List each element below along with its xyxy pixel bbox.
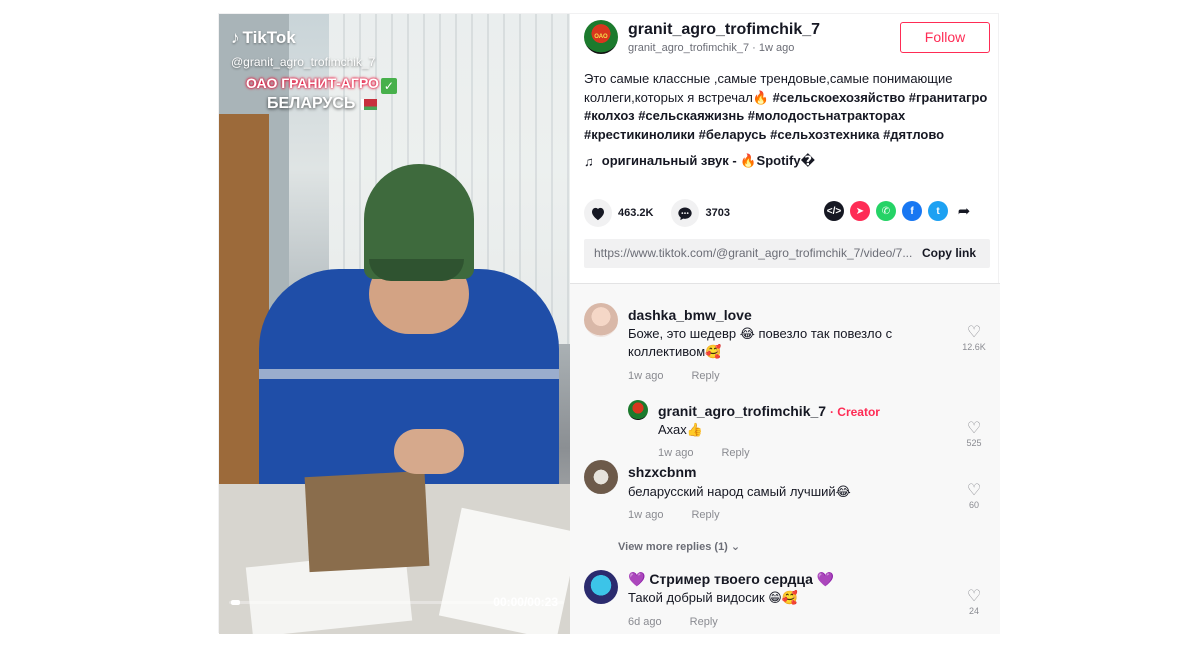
tiktok-embed: ♪ TikTok @granit_agro_trofimchik_7 ОАО Г… xyxy=(218,13,1000,634)
video-overlay-country: БЕЛАРУСЬ xyxy=(267,95,378,113)
share-arrow-icon[interactable]: ➦ xyxy=(954,201,974,221)
overlay-line2: БЕЛАРУСЬ xyxy=(267,95,356,112)
video-player[interactable]: ♪ TikTok @granit_agro_trofimchik_7 ОАО Г… xyxy=(219,14,570,634)
comment-username-row: granit_agro_trofimchik_7 · Creator xyxy=(658,403,880,419)
comment-text: беларусский народ самый лучший😂 xyxy=(628,484,851,499)
author-avatar[interactable]: ОАО ГРАНИТ xyxy=(584,20,618,54)
comment-meta: 1w ago Reply xyxy=(628,509,720,521)
comment-avatar[interactable] xyxy=(584,460,618,494)
sound-link[interactable]: ♫ оригинальный звук - 🔥Spotify� xyxy=(584,153,815,169)
follow-button[interactable]: Follow xyxy=(900,22,990,53)
comment-like[interactable]: ♡ 12.6K xyxy=(959,324,989,352)
reply-button[interactable]: Reply xyxy=(690,616,718,628)
comments-list[interactable]: dashka_bmw_love Боже, это шедевр 😂 повез… xyxy=(570,284,1000,634)
share-bar: </> ➤ ✆ f t ➦ xyxy=(824,201,974,221)
heart-outline-icon[interactable]: ♡ xyxy=(959,482,989,500)
comment-username[interactable]: shzxcbnm xyxy=(628,464,696,480)
video-overlay-title: ОАО ГРАНИТ-АГРО ✓ xyxy=(246,75,397,94)
comments-count: 3703 xyxy=(705,207,730,219)
heart-icon[interactable] xyxy=(584,199,612,227)
comment-like[interactable]: ♡ 60 xyxy=(959,482,989,510)
likes-count: 463.2K xyxy=(618,207,654,219)
video-scene-box xyxy=(304,470,430,573)
video-link-url: https://www.tiktok.com/@granit_agro_trof… xyxy=(594,246,913,260)
comment-text: Ахах👍 xyxy=(658,422,703,437)
tiktok-logo: ♪ TikTok xyxy=(231,28,296,48)
author-username[interactable]: granit_agro_trofimchik_7 xyxy=(628,21,820,39)
reply-button[interactable]: Reply xyxy=(721,447,749,459)
reply-button[interactable]: Reply xyxy=(691,509,719,521)
comment-username[interactable]: 💜 Стример твоего сердца 💜 xyxy=(628,571,834,588)
video-scene-paper xyxy=(438,507,570,634)
comment-like-count: 60 xyxy=(968,500,979,510)
video-progress-handle[interactable] xyxy=(231,600,240,605)
info-panel: ОАО ГРАНИТ granit_agro_trofimchik_7 gran… xyxy=(570,14,1000,634)
comment-like-count: 525 xyxy=(966,438,982,448)
comment-meta: 1w ago Reply xyxy=(658,447,750,459)
video-scene-hands xyxy=(394,429,464,474)
embed-icon[interactable]: </> xyxy=(824,201,844,221)
tiktok-brand-text: TikTok xyxy=(242,28,296,47)
comment-username[interactable]: granit_agro_trofimchik_7 xyxy=(658,403,826,419)
comment-time: 1w ago xyxy=(628,509,664,521)
overlay-line1: ОАО ГРАНИТ-АГРО xyxy=(246,75,379,91)
creator-badge: · Creator xyxy=(829,405,880,419)
copy-link-button[interactable]: Copy link xyxy=(922,239,976,268)
heart-outline-icon[interactable]: ♡ xyxy=(959,420,989,438)
video-scene-cap-brim xyxy=(369,259,464,281)
belarus-flag-icon xyxy=(361,98,378,110)
music-note-icon: ♫ xyxy=(584,153,594,169)
video-scene-reflective-stripe xyxy=(259,369,559,379)
twitter-icon[interactable]: t xyxy=(928,201,948,221)
comment-time: 6d ago xyxy=(628,616,662,628)
comment-avatar[interactable] xyxy=(628,400,648,420)
sound-label: оригинальный звук - 🔥Spotify� xyxy=(601,153,816,168)
video-time: 00:00/00:23 xyxy=(493,595,558,609)
tiktok-note-icon: ♪ xyxy=(231,28,240,47)
comment-avatar[interactable] xyxy=(584,570,618,604)
comment-time: 1w ago xyxy=(628,370,664,382)
comment-meta: 6d ago Reply xyxy=(628,616,718,628)
whatsapp-icon[interactable]: ✆ xyxy=(876,201,896,221)
heart-outline-icon[interactable]: ♡ xyxy=(959,588,989,606)
comment-like[interactable]: ♡ 525 xyxy=(959,420,989,448)
comment-like[interactable]: ♡ 24 xyxy=(959,588,989,616)
comment-username[interactable]: dashka_bmw_love xyxy=(628,307,752,323)
comment-like-count: 24 xyxy=(968,606,979,616)
video-description: Это самые классные ,самые трендовые,самы… xyxy=(584,70,994,144)
comment-text: Боже, это шедевр 😂 повезло так повезло с… xyxy=(628,326,893,359)
comment-text: Такой добрый видосик 😁🥰 xyxy=(628,590,799,605)
chevron-down-icon: ⌄ xyxy=(730,541,741,553)
send-icon[interactable]: ➤ xyxy=(850,201,870,221)
comment-avatar[interactable] xyxy=(584,303,618,337)
facebook-icon[interactable]: f xyxy=(902,201,922,221)
author-subline: granit_agro_trofimchik_7 · 1w ago xyxy=(628,42,795,54)
view-more-label: View more replies (1) xyxy=(618,541,728,553)
comment-like-count: 12.6K xyxy=(962,342,986,352)
comment-meta: 1w ago Reply xyxy=(628,370,720,382)
comment-time: 1w ago xyxy=(658,447,694,459)
video-watermark-handle: @granit_agro_trofimchik_7 xyxy=(231,55,376,69)
comment-icon[interactable] xyxy=(671,199,700,227)
engagement-stats: 463.2K 3703 xyxy=(584,199,730,227)
view-more-replies[interactable]: View more replies (1) ⌄ xyxy=(618,540,740,553)
video-link-field[interactable]: https://www.tiktok.com/@granit_agro_trof… xyxy=(584,239,990,268)
check-mark-icon: ✓ xyxy=(380,78,397,94)
reply-button[interactable]: Reply xyxy=(691,370,719,382)
heart-outline-icon[interactable]: ♡ xyxy=(959,324,989,342)
